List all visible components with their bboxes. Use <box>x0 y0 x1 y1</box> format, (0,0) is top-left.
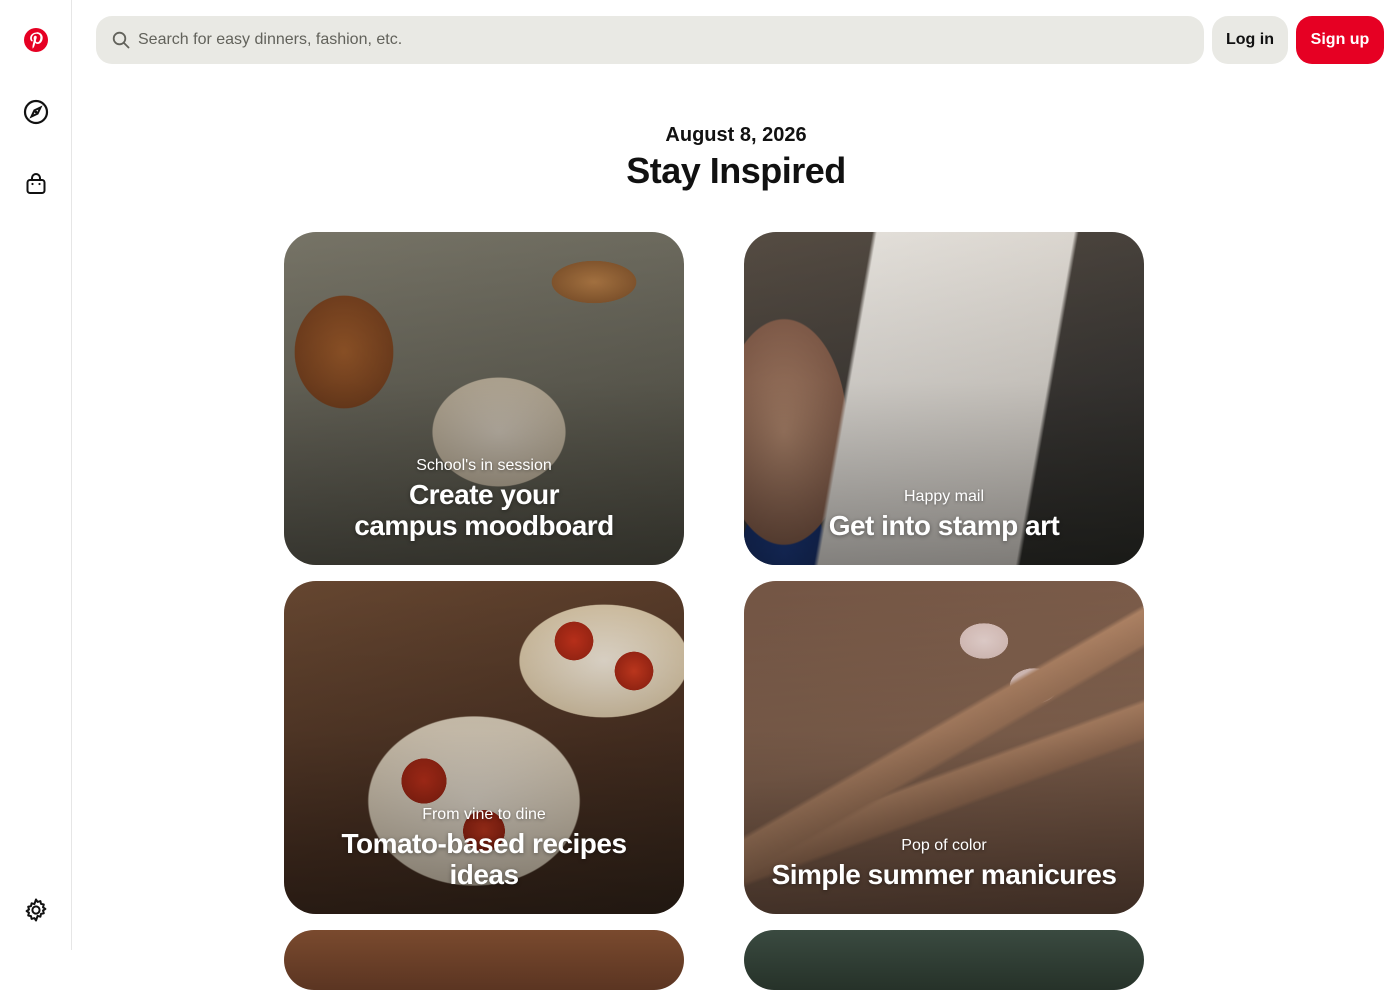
signup-button[interactable]: Sign up <box>1296 16 1384 64</box>
card-subtitle: From vine to dine <box>422 806 546 823</box>
card-tomato-recipes[interactable]: From vine to dine Tomato-based recipes i… <box>284 581 684 914</box>
login-button[interactable]: Log in <box>1212 16 1288 64</box>
shop-button[interactable] <box>12 160 60 208</box>
shopping-bag-icon <box>24 172 48 196</box>
page-date: August 8, 2026 <box>665 124 807 146</box>
card-title: Simple summer manicures <box>771 859 1117 890</box>
card-campus-moodboard[interactable]: School's in session Create your campus m… <box>284 232 684 565</box>
card-title: Get into stamp art <box>828 510 1060 541</box>
page-title: Stay Inspired <box>626 150 846 191</box>
card-subtitle: School's in session <box>416 457 552 474</box>
explore-button[interactable] <box>12 88 60 136</box>
search-bar[interactable] <box>96 16 1204 64</box>
search-input[interactable] <box>138 16 1178 64</box>
pinterest-logo-button[interactable] <box>12 16 60 64</box>
sidebar <box>0 0 72 950</box>
search-icon <box>112 30 132 50</box>
card-title: Tomato-based recipes ideas <box>341 828 627 890</box>
card-partial[interactable] <box>284 930 684 990</box>
card-stamp-art[interactable]: Happy mail Get into stamp art <box>744 232 1144 565</box>
card-image <box>744 930 1144 990</box>
card-subtitle: Happy mail <box>903 488 985 505</box>
card-image <box>284 930 684 990</box>
card-partial[interactable] <box>744 930 1144 990</box>
pinterest-logo-icon <box>23 27 49 53</box>
settings-button[interactable] <box>12 886 60 934</box>
card-subtitle: Pop of color <box>901 837 987 854</box>
compass-icon <box>23 99 49 125</box>
card-summer-manicures[interactable]: Pop of color Simple summer manicures <box>744 581 1144 914</box>
card-title: Create your campus moodboard <box>354 479 614 541</box>
gear-icon <box>23 897 49 923</box>
